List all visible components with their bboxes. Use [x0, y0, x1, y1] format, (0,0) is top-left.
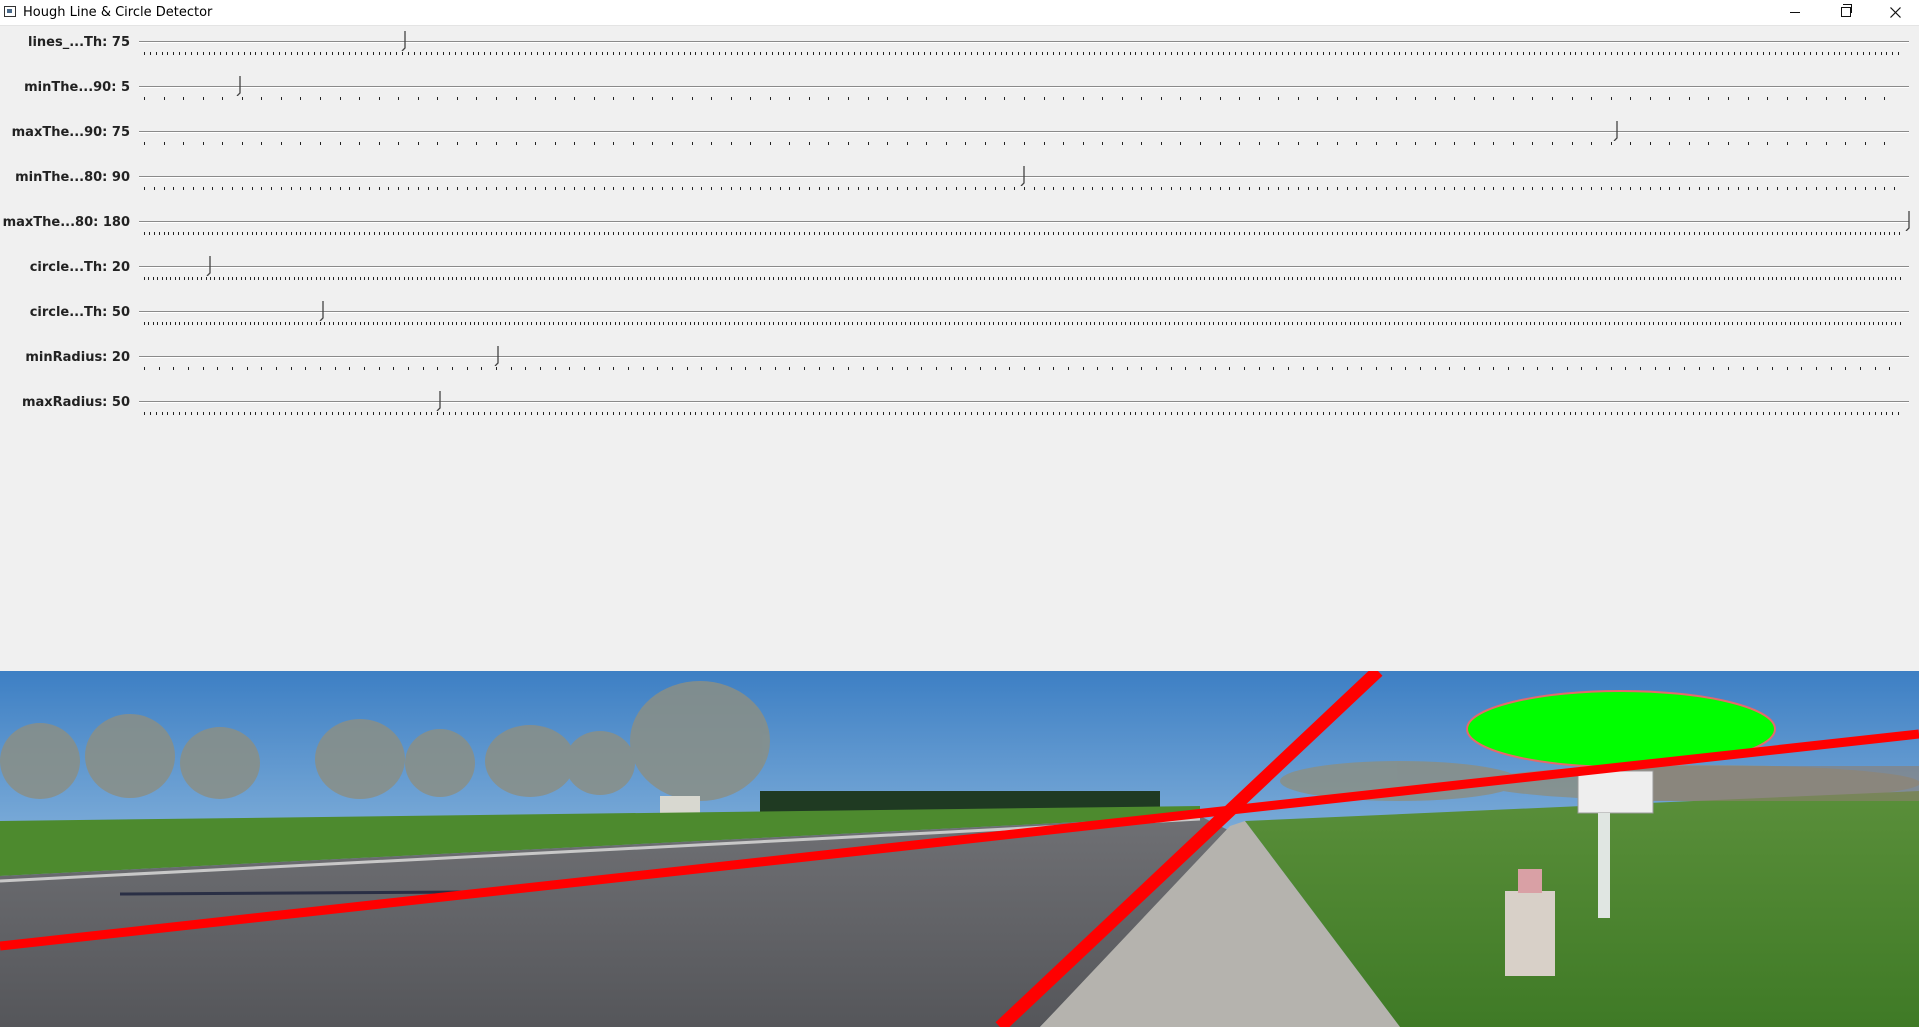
trackbar-row: maxThe...80: 180 — [0, 208, 1919, 253]
minimize-icon — [1790, 11, 1800, 13]
trackbar-thumb[interactable] — [494, 346, 502, 366]
trackbar-groove — [139, 311, 1909, 313]
detection-image — [0, 671, 1919, 1027]
trackbar-row: minThe...90: 5 — [0, 73, 1919, 118]
trackbar-label: maxRadius: 50 — [21, 395, 130, 410]
trackbar-thumb[interactable] — [1613, 121, 1621, 141]
trackbar-label: maxThe...90: 75 — [11, 125, 130, 140]
restore-button[interactable] — [1823, 0, 1869, 24]
trackbar-slider[interactable] — [139, 73, 1909, 118]
trackbar-slider[interactable] — [139, 163, 1909, 208]
trackbar-row: maxRadius: 50 — [0, 388, 1919, 433]
trackbar-ticks — [144, 142, 1904, 145]
trackbar-thumb[interactable] — [1020, 166, 1028, 186]
trackbar-slider[interactable] — [139, 28, 1909, 73]
window-title: Hough Line & Circle Detector — [23, 5, 213, 20]
trackbar-ticks — [144, 52, 1904, 55]
trackbar-label: circle...Th: 20 — [29, 260, 130, 275]
trackbar-groove — [139, 221, 1909, 223]
trackbar-slider[interactable] — [139, 298, 1909, 343]
trackbar-slider[interactable] — [139, 253, 1909, 298]
trackbar-ticks — [144, 367, 1904, 370]
trackbar-row: lines_...Th: 75 — [0, 28, 1919, 73]
trackbar-groove — [139, 266, 1909, 268]
trackbar-groove — [139, 401, 1909, 403]
restore-icon — [1841, 4, 1852, 17]
trackbar-label: lines_...Th: 75 — [28, 35, 130, 50]
trackbar-row: circle...Th: 50 — [0, 298, 1919, 343]
trackbar-thumb[interactable] — [236, 76, 244, 96]
title-bar[interactable]: Hough Line & Circle Detector — [0, 0, 1919, 26]
trackbar-slider[interactable] — [139, 208, 1910, 253]
trackbar-thumb[interactable] — [319, 301, 327, 321]
app-window-icon — [4, 6, 16, 17]
trackbar-label: maxThe...80: 180 — [2, 215, 130, 230]
trackbar-groove — [139, 356, 1909, 358]
trackbar-label: minThe...80: 90 — [15, 170, 130, 185]
minimize-button[interactable] — [1772, 0, 1818, 24]
trackbar-groove — [139, 86, 1909, 88]
trackbar-ticks — [144, 277, 1904, 280]
trackbar-label: minRadius: 20 — [25, 350, 130, 365]
trackbar-ticks — [144, 187, 1904, 190]
trackbar-thumb[interactable] — [206, 256, 214, 276]
trackbar-slider[interactable] — [139, 388, 1909, 433]
trackbar-thumb[interactable] — [401, 31, 409, 51]
trackbar-ticks — [144, 412, 1904, 415]
trackbar-thumb[interactable] — [1905, 211, 1913, 231]
trackbar-row: circle...Th: 20 — [0, 253, 1919, 298]
close-button[interactable] — [1872, 0, 1918, 24]
trackbar-thumb[interactable] — [436, 391, 444, 411]
trackbar-row: maxThe...90: 75 — [0, 118, 1919, 163]
trackbar-ticks — [144, 322, 1904, 325]
trackbar-label: circle...Th: 50 — [29, 305, 130, 320]
trackbar-ticks — [144, 97, 1904, 100]
trackbar-ticks — [144, 232, 1904, 235]
trackbar-label: minThe...90: 5 — [24, 80, 130, 95]
trackbar-groove — [139, 131, 1909, 133]
trackbar-row: minRadius: 20 — [0, 343, 1919, 388]
trackbar-slider[interactable] — [139, 343, 1909, 388]
trackbar-row: minThe...80: 90 — [0, 163, 1919, 208]
close-icon — [1889, 6, 1901, 18]
trackbar-slider[interactable] — [139, 118, 1909, 163]
road-scene-image — [0, 671, 1919, 1027]
